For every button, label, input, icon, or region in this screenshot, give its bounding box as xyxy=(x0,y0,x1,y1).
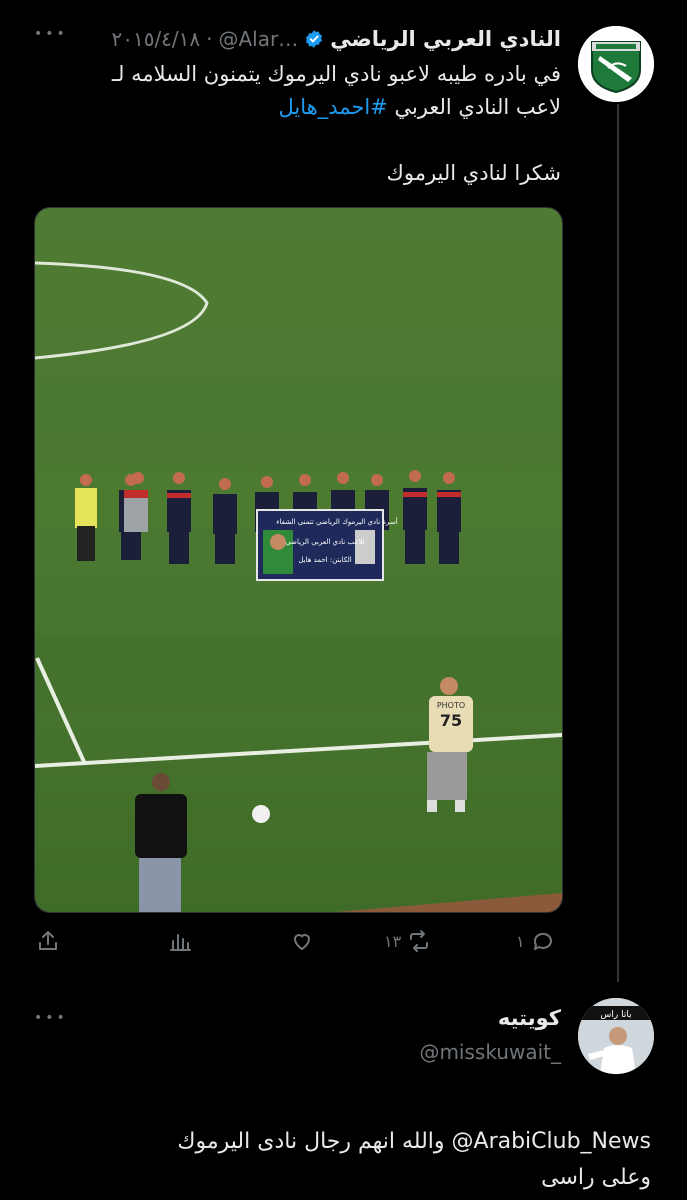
tweet1-avatar[interactable] xyxy=(578,26,654,102)
retweet-icon xyxy=(410,930,429,952)
retweet-button[interactable]: ١٣ xyxy=(384,928,431,954)
tweet1-display-name[interactable]: النادي العربي الرياضي xyxy=(330,27,561,51)
shirt-number: 75 xyxy=(440,711,462,730)
retweet-count: ١٣ xyxy=(384,931,402,951)
tweet2-text-line1: ArabiClub_News@ والله انهم رجال نادى الي… xyxy=(177,1129,651,1154)
tweet2-avatar[interactable]: باتا راس xyxy=(578,998,654,1074)
user-photo-icon: باتا راس xyxy=(578,998,654,1074)
views-chart-icon xyxy=(170,934,191,951)
tweet2-more-button[interactable]: ••• xyxy=(34,1010,68,1026)
tweet1-separator: · xyxy=(206,27,213,51)
tweet1-more-button[interactable]: ••• xyxy=(34,26,68,42)
shirt-label: PHOTO xyxy=(437,701,465,710)
share-button[interactable] xyxy=(36,928,60,954)
tweet1-header: النادي العربي الرياضي @Alar… · ٢٠١٥/٤/١٨ xyxy=(111,24,561,54)
tweet2-text-line2: وعلى راسى xyxy=(541,1165,651,1190)
tweet1-text-line1: في بادره طيبه لاعبو نادي اليرموك يتمنون … xyxy=(111,62,561,86)
thread-connector-line xyxy=(617,104,619,982)
banner-line3: الكابتن: احمد هايل xyxy=(298,556,351,564)
tweet1-handle[interactable]: @Alar… xyxy=(219,27,299,51)
reply-count: ١ xyxy=(516,931,525,951)
tweet1-media-photo[interactable]: أسرة نادي اليرموك الرياضي تتمنى الشفاء ل… xyxy=(34,207,563,913)
tweet1-text-line2: لاعب النادي العربي #احمد_هايل xyxy=(31,91,561,124)
football-ball xyxy=(252,805,270,823)
photographer-figure: PHOTO 75 xyxy=(427,677,473,812)
football-pitch-photo: أسرة نادي اليرموك الرياضي تتمنى الشفاء ل… xyxy=(35,208,562,912)
tweet1-text-line2-prefix: لاعب النادي العربي xyxy=(394,95,561,119)
banner-line2: للاعب نادي العربي الرياضي xyxy=(285,538,365,546)
reply-button[interactable]: ١ xyxy=(516,928,555,954)
banner-line1: أسرة نادي اليرموك الرياضي تتمنى الشفاء xyxy=(276,517,398,526)
like-button[interactable] xyxy=(290,928,320,954)
tweet2-text: ArabiClub_News@ والله انهم رجال نادى الي… xyxy=(31,1124,651,1196)
share-icon xyxy=(39,931,57,950)
avatar-banner-text: باتا راس xyxy=(600,1010,631,1020)
views-button[interactable] xyxy=(168,928,198,954)
tweet1-date[interactable]: ٢٠١٥/٤/١٨ xyxy=(111,27,200,51)
tweet1-hashtag-link[interactable]: #احمد_هايل xyxy=(278,95,387,119)
tweet2-handle[interactable]: @misskuwait_ xyxy=(419,1040,561,1064)
heart-icon xyxy=(294,934,310,950)
tweet2-display-name[interactable]: كويتيه xyxy=(498,1006,561,1030)
tweet1-text: في بادره طيبه لاعبو نادي اليرموك يتمنون … xyxy=(31,58,561,190)
club-logo-icon xyxy=(578,26,654,102)
get-well-banner: أسرة نادي اليرموك الرياضي تتمنى الشفاء ل… xyxy=(256,509,398,581)
tweet1-text-line3: شكرا لنادي اليرموك xyxy=(386,161,561,185)
reply-bubble-icon xyxy=(533,932,552,950)
verified-badge-icon xyxy=(304,29,324,49)
